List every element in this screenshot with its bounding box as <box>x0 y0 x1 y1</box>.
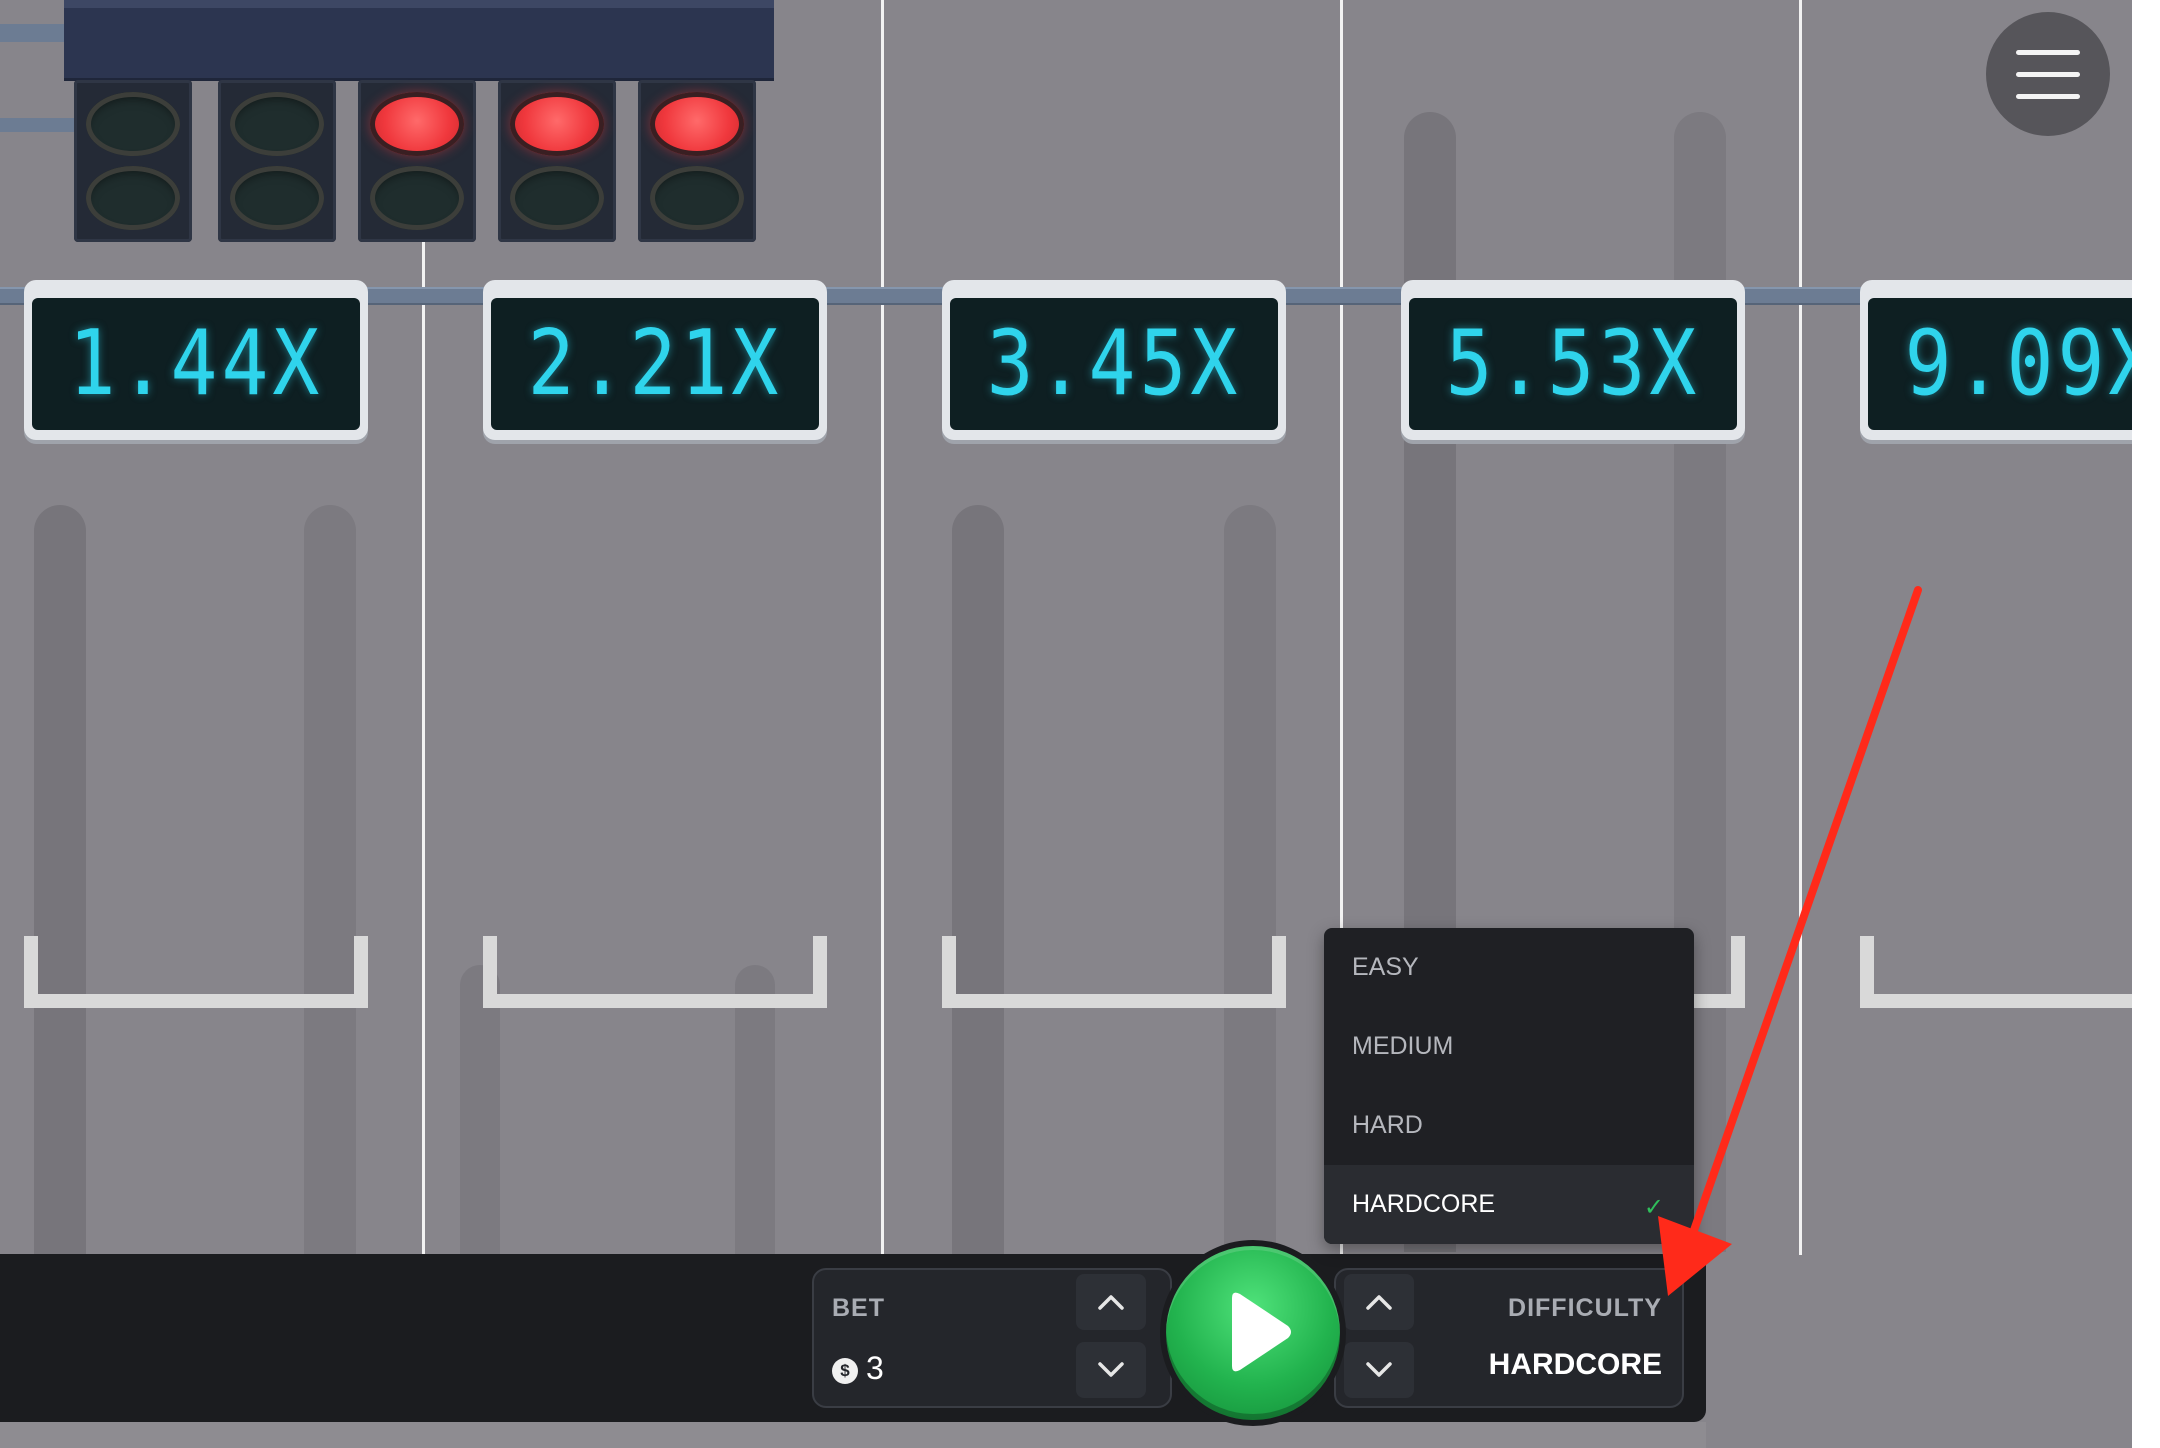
dropdown-option-medium[interactable]: MEDIUM <box>1324 1007 1694 1086</box>
multiplier-screen: 9.09X <box>1868 298 2160 430</box>
play-button[interactable] <box>1166 1246 1340 1420</box>
multiplier-display: 9.09X <box>1860 280 2160 440</box>
bet-decrease-button[interactable] <box>1076 1342 1146 1398</box>
dropdown-option-easy[interactable]: EASY <box>1324 928 1694 1007</box>
chevron-down-icon <box>1098 1362 1124 1377</box>
hamburger-menu-icon <box>1986 12 2110 136</box>
bet-value: $3 <box>832 1350 884 1387</box>
lane-divider <box>1799 0 1802 1255</box>
multiplier-screen: 5.53X <box>1409 298 1737 430</box>
traffic-light <box>74 80 192 242</box>
difficulty-label: DIFFICULTY <box>1508 1294 1662 1322</box>
lane-bracket <box>1860 936 2160 1008</box>
bet-label: BET <box>832 1294 885 1322</box>
bet-amount: 3 <box>866 1350 884 1386</box>
traffic-light <box>638 80 756 242</box>
traffic-light <box>498 80 616 242</box>
dollar-coin-icon: $ <box>832 1357 858 1384</box>
multiplier-display: 2.21X <box>483 280 827 440</box>
multiplier-screen: 1.44X <box>32 298 360 430</box>
multiplier-value: 9.09X <box>1904 312 2160 416</box>
difficulty-down-button[interactable] <box>1344 1342 1414 1398</box>
lane-bracket <box>24 936 368 1008</box>
multiplier-display: 1.44X <box>24 280 368 440</box>
multiplier-screen: 2.21X <box>491 298 819 430</box>
lane-bracket <box>483 936 827 1008</box>
red-lamp-on <box>650 92 744 156</box>
option-label: HARDCORE <box>1352 1190 1496 1218</box>
difficulty-value: HARDCORE <box>1488 1348 1662 1381</box>
bottom-strip <box>0 1422 1706 1448</box>
multiplier-value: 5.53X <box>1445 312 1701 416</box>
dropdown-option-hard[interactable]: HARD <box>1324 1086 1694 1165</box>
multiplier-display: 5.53X <box>1401 280 1745 440</box>
traffic-light <box>358 80 476 242</box>
background-pole <box>304 505 356 1255</box>
background-pole <box>735 965 775 1255</box>
play-icon <box>1232 1292 1291 1372</box>
bet-panel: BET $3 <box>812 1268 1172 1408</box>
lane-bracket <box>942 936 1286 1008</box>
difficulty-up-button[interactable] <box>1344 1274 1414 1330</box>
option-label: EASY <box>1352 953 1419 981</box>
lamp-off <box>230 166 324 230</box>
multiplier-value: 3.45X <box>986 312 1242 416</box>
checkmark-icon: ✓ <box>1643 1194 1664 1221</box>
window-edge <box>2132 0 2160 1448</box>
red-lamp-on <box>510 92 604 156</box>
lamp-off <box>650 166 744 230</box>
option-label: MEDIUM <box>1352 1032 1454 1060</box>
traffic-light-gantry <box>64 0 774 81</box>
multiplier-screen: 3.45X <box>950 298 1278 430</box>
traffic-light <box>218 80 336 242</box>
bet-increase-button[interactable] <box>1076 1274 1146 1330</box>
multiplier-value: 1.44X <box>68 312 324 416</box>
dropdown-option-hardcore[interactable]: HARDCORE ✓ <box>1324 1165 1694 1244</box>
chevron-up-icon <box>1098 1295 1124 1310</box>
chevron-down-icon <box>1366 1362 1392 1377</box>
lane-divider <box>881 0 884 1255</box>
background-pole <box>1224 505 1276 1255</box>
rail <box>0 118 80 132</box>
chevron-up-icon <box>1366 1295 1392 1310</box>
background-pole <box>34 505 86 1255</box>
multiplier-value: 2.21X <box>527 312 783 416</box>
lamp-off <box>370 166 464 230</box>
difficulty-dropdown: EASY MEDIUM HARD HARDCORE ✓ <box>1324 928 1694 1244</box>
rail <box>0 24 70 42</box>
red-lamp-on <box>370 92 464 156</box>
multiplier-display: 3.45X <box>942 280 1286 440</box>
lamp-off <box>86 92 180 156</box>
lamp-off <box>230 92 324 156</box>
difficulty-panel[interactable]: DIFFICULTY HARDCORE <box>1334 1268 1684 1408</box>
menu-button[interactable] <box>1986 12 2110 136</box>
background-pole <box>460 965 500 1255</box>
lamp-off <box>510 166 604 230</box>
option-label: HARD <box>1352 1111 1423 1139</box>
lamp-off <box>86 166 180 230</box>
game-stage: 1.44X 2.21X 3.45X 5.53X 9.09X BET $3 DIF… <box>0 0 2160 1448</box>
background-pole <box>952 505 1004 1255</box>
